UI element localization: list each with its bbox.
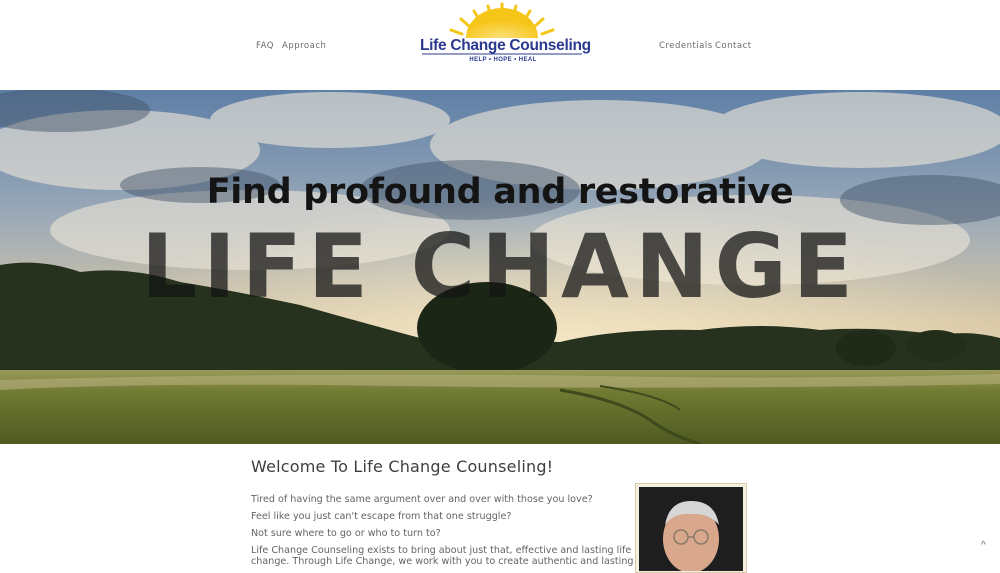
logo-tagline: HELP • HOPE • HEAL (469, 57, 537, 63)
nav-link-contact[interactable]: Contact (715, 41, 752, 51)
back-to-top-icon[interactable]: ^ (981, 540, 986, 551)
site-header: FAQ Approach Life Change Counseling HELP… (0, 0, 1000, 90)
nav-link-approach[interactable]: Approach (282, 41, 326, 51)
welcome-line: change. Through Life Change, we work wit… (251, 556, 634, 567)
nav-link-credentials[interactable]: Credentials (659, 41, 713, 51)
welcome-line: Life Change Counseling exists to bring a… (251, 545, 632, 556)
welcome-line: Not sure where to go or who to turn to? (251, 528, 441, 539)
welcome-line: Tired of having the same argument over a… (251, 494, 593, 505)
welcome-line: Feel like you just can't escape from tha… (251, 511, 512, 522)
nav-link-faq[interactable]: FAQ (256, 41, 274, 51)
counselor-portrait-image (639, 487, 743, 571)
site-logo[interactable]: Life Change Counseling HELP • HOPE • HEA… (418, 2, 591, 66)
hero-banner: Find profound and restorative LIFE CHANG… (0, 90, 1000, 444)
welcome-heading: Welcome To Life Change Counseling! (251, 457, 554, 476)
hero-headline: Find profound and restorative (206, 172, 794, 212)
hero-title: LIFE CHANGE (140, 215, 859, 318)
counselor-photo (635, 483, 747, 573)
logo-name: Life Change Counseling (420, 37, 591, 54)
